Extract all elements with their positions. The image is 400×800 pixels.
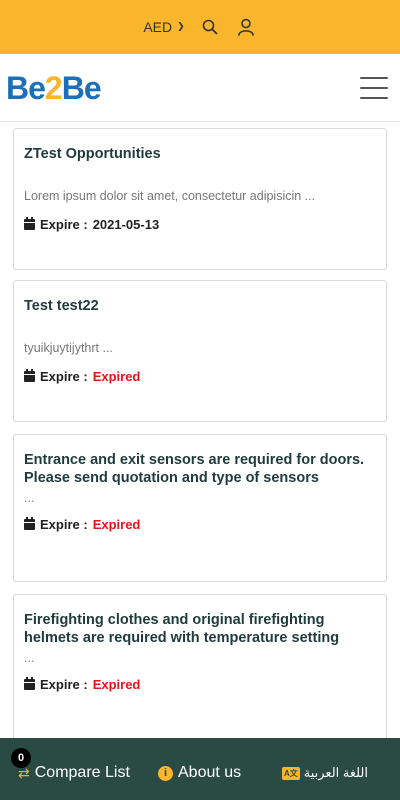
logo-part-3: Be bbox=[61, 69, 102, 106]
expire-value: Expired bbox=[92, 677, 141, 692]
opportunity-card[interactable]: Test test22 tyuikjuytijythrt ... Expire … bbox=[13, 280, 387, 422]
opportunity-card[interactable]: ZTest Opportunities Lorem ipsum dolor si… bbox=[13, 128, 387, 270]
bottom-bar: 0 ⇄ Compare List i About us A文 اللغة الع… bbox=[0, 738, 400, 800]
logo[interactable]: Be2Be bbox=[6, 69, 102, 106]
opportunity-card[interactable]: Entrance and exit sensors are required f… bbox=[13, 434, 387, 582]
card-description: Lorem ipsum dolor sit amet, consectetur … bbox=[24, 189, 316, 203]
translate-icon: A文 bbox=[281, 766, 300, 780]
chevron-down-icon: ❯ bbox=[177, 20, 185, 31]
logo-part-1: Be bbox=[6, 69, 46, 106]
card-expire: Expire : 2021-05-13 bbox=[24, 217, 376, 232]
card-title[interactable]: ZTest Opportunities bbox=[24, 145, 376, 163]
expire-label: Expire : bbox=[40, 517, 88, 532]
calendar-icon bbox=[24, 517, 35, 530]
search-icon[interactable] bbox=[199, 16, 221, 38]
language-switch[interactable]: A文 اللغة العربية bbox=[281, 765, 368, 781]
compare-list-label: Compare List bbox=[34, 764, 130, 781]
about-us-link[interactable]: i About us bbox=[158, 764, 241, 782]
expire-value: Expired bbox=[92, 369, 141, 384]
hamburger-menu-icon[interactable] bbox=[360, 76, 388, 99]
card-description: tyuikjuytijythrt ... bbox=[24, 341, 113, 355]
card-title[interactable]: Firefighting clothes and original firefi… bbox=[24, 611, 376, 647]
language-label: اللغة العربية bbox=[303, 765, 368, 780]
card-expire: Expire : Expired bbox=[24, 369, 376, 384]
expire-label: Expire : bbox=[40, 677, 88, 692]
card-title[interactable]: Test test22 bbox=[24, 297, 376, 315]
top-bar: AED ❯ bbox=[0, 0, 400, 54]
expire-value: Expired bbox=[92, 517, 141, 532]
expire-label: Expire : bbox=[40, 369, 88, 384]
opportunity-card[interactable]: Firefighting clothes and original firefi… bbox=[13, 594, 387, 738]
compare-list-button[interactable]: ⇄ Compare List bbox=[18, 764, 130, 782]
compare-icon: ⇄ bbox=[18, 764, 30, 781]
logo-part-2: 2 bbox=[44, 69, 63, 106]
about-us-label: About us bbox=[178, 764, 242, 781]
card-description: ... bbox=[24, 491, 35, 505]
calendar-icon bbox=[24, 217, 35, 230]
card-expire: Expire : Expired bbox=[24, 677, 376, 692]
card-title[interactable]: Entrance and exit sensors are required f… bbox=[24, 451, 376, 487]
currency-selector[interactable]: AED ❯ bbox=[143, 19, 184, 35]
user-icon[interactable] bbox=[235, 16, 257, 38]
calendar-icon bbox=[24, 677, 35, 690]
expire-label: Expire : bbox=[40, 217, 88, 232]
opportunities-list: ZTest Opportunities Lorem ipsum dolor si… bbox=[0, 122, 400, 738]
expire-value: 2021-05-13 bbox=[92, 217, 160, 232]
info-icon: i bbox=[158, 765, 173, 781]
card-description: ... bbox=[24, 651, 35, 665]
currency-label: AED bbox=[143, 19, 173, 35]
card-expire: Expire : Expired bbox=[24, 517, 376, 532]
header: Be2Be bbox=[0, 54, 400, 122]
calendar-icon bbox=[24, 369, 35, 382]
